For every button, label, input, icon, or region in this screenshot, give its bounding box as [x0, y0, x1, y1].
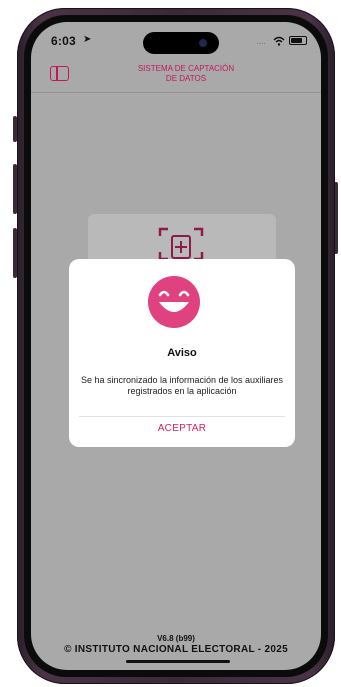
app-header: SISTEMA DE CAPTACIÓN DE DATOS — [31, 60, 321, 93]
dialog-title: Aviso — [167, 347, 197, 359]
dialog-message: Se ha sincronizado la información de los… — [80, 375, 284, 396]
sidebar-toggle-icon[interactable] — [50, 66, 69, 81]
home-indicator[interactable] — [126, 660, 230, 663]
app-version: V6.8 (b99) — [157, 634, 195, 643]
dialog-divider — [79, 416, 285, 417]
device-mockup: 6:03 ➤ .... SISTEMA DE CAPTACIÓN DE DATO… — [0, 0, 341, 687]
camera-dot — [199, 39, 207, 47]
notice-dialog: Aviso Se ha sincronizado la información … — [69, 259, 295, 447]
navigation-arrow-icon: ➤ — [83, 34, 92, 45]
app-title: SISTEMA DE CAPTACIÓN DE DATOS — [137, 64, 235, 83]
accept-button[interactable]: ACEPTAR — [69, 423, 295, 434]
smile-face-icon — [148, 276, 200, 328]
app-screen: 6:03 ➤ .... SISTEMA DE CAPTACIÓN DE DATO… — [31, 22, 321, 670]
signal-icon: .... — [257, 40, 266, 46]
status-time: 6:03 — [51, 34, 76, 48]
copyright-text: © INSTITUTO NACIONAL ELECTORAL - 2025 — [64, 644, 288, 655]
scan-add-icon — [158, 227, 204, 261]
dynamic-island — [143, 32, 219, 54]
battery-icon — [289, 36, 307, 45]
wifi-icon — [273, 36, 285, 46]
